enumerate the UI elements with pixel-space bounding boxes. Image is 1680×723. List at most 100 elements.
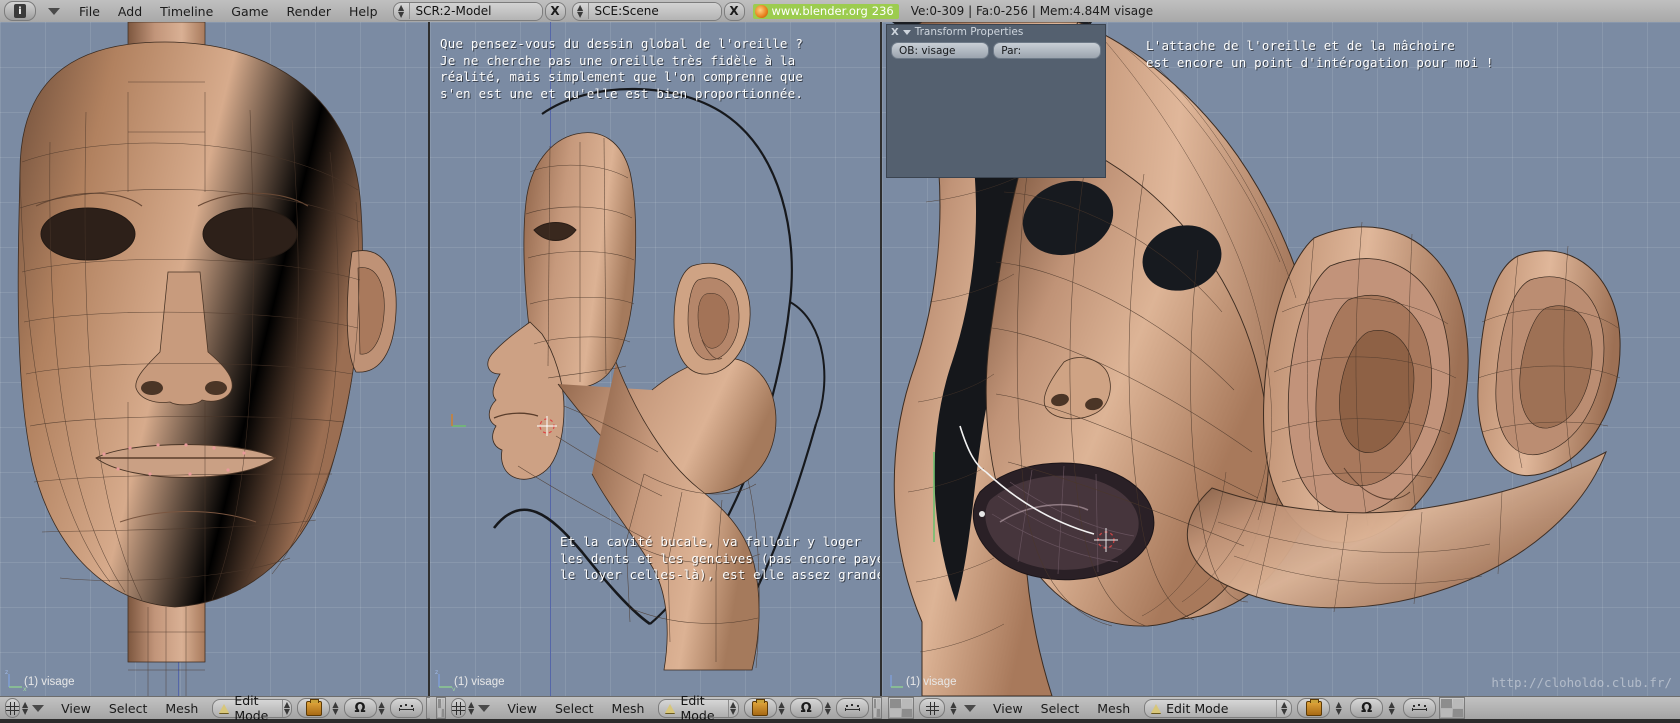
blender-url-text: www.blender.org bbox=[771, 4, 868, 18]
blender-window: i File Add Timeline Game Render Help ▲ ▼ … bbox=[0, 0, 1680, 723]
header-persp: ▲ ▼ View Select Mesh Edit Mode ▲ ▼ ▲ ▼ Ω ▲ ▼ bbox=[882, 696, 1680, 719]
scene-selector[interactable]: ▲ ▼ SCE:Scene bbox=[571, 1, 722, 21]
editor-type-icon-persp[interactable] bbox=[919, 698, 945, 718]
shading-pot-icon[interactable] bbox=[297, 698, 331, 718]
mode-label-side: Edit Mode bbox=[680, 693, 715, 723]
dots-icon-side[interactable] bbox=[835, 698, 869, 718]
screen-selector-spin-icon[interactable]: ▲ ▼ bbox=[394, 3, 410, 19]
viewport-headers-row: ▲ ▼ View Select Mesh Edit Mode ▲ ▼ ▲ ▼ Ω ▲ ▼ bbox=[0, 693, 1680, 723]
shading-pot-icon-persp[interactable] bbox=[1297, 698, 1331, 718]
annotation-side-top: Que pensez-vous du dessin global de l'or… bbox=[440, 36, 804, 101]
annotation-side-bottom: Et la cavité bucale, va falloir y loger … bbox=[560, 534, 880, 582]
menu-render[interactable]: Render bbox=[278, 4, 341, 19]
object-name-label-persp: (1) visage bbox=[906, 676, 957, 688]
shading-spin-icon[interactable]: ▲ ▼ bbox=[332, 701, 338, 716]
transform-panel-body: OB: visage Par: bbox=[887, 39, 1105, 62]
chevron-down-icon[interactable] bbox=[902, 29, 911, 35]
editor-type-spin-icon[interactable]: ▲ ▼ bbox=[22, 701, 28, 716]
dots-icon-persp[interactable] bbox=[1403, 698, 1437, 718]
menu-view-side[interactable]: View bbox=[498, 701, 546, 716]
screen-selector-value[interactable]: SCR:2-Model bbox=[409, 2, 542, 20]
mode-selector-persp[interactable]: Edit Mode ▲ ▼ bbox=[1144, 698, 1293, 718]
scene-selector-value[interactable]: SCE:Scene bbox=[588, 2, 721, 20]
viewport-front[interactable]: z x (1) visage bbox=[0, 22, 428, 696]
transform-panel-header[interactable]: X Transform Properties bbox=[887, 25, 1105, 39]
viewport-perspective[interactable]: X Transform Properties OB: visage Par: L… bbox=[882, 22, 1680, 696]
occlude-grid-icon-left-side[interactable] bbox=[436, 697, 447, 719]
magnet-spin-icon-side[interactable]: ▲ ▼ bbox=[825, 701, 831, 716]
mode-spin-icon-persp[interactable]: ▲ ▼ bbox=[1276, 699, 1291, 717]
blender-version: 236 bbox=[871, 4, 894, 18]
object-name-label-side: (1) visage bbox=[454, 676, 505, 688]
shading-pot-icon-side[interactable] bbox=[743, 698, 777, 718]
menu-mesh-persp[interactable]: Mesh bbox=[1088, 701, 1139, 716]
dots-icon[interactable] bbox=[389, 698, 423, 718]
menu-select-front[interactable]: Select bbox=[100, 701, 157, 716]
annotation-persp-top: L'attache de l'oreille et de la mâchoire… bbox=[1146, 38, 1494, 70]
menu-game[interactable]: Game bbox=[222, 4, 277, 19]
occlude-grid-icon-persp[interactable] bbox=[1439, 697, 1466, 719]
menu-help[interactable]: Help bbox=[340, 4, 387, 19]
viewport-area: z x (1) visage Que pensez-vous du dessin… bbox=[0, 22, 1680, 718]
blender-logo-icon[interactable]: i bbox=[4, 1, 36, 21]
parent-field[interactable]: Par: bbox=[993, 42, 1101, 59]
top-header-bar: i File Add Timeline Game Render Help ▲ ▼ … bbox=[0, 0, 1680, 23]
magnet-icon[interactable]: Ω bbox=[343, 698, 377, 718]
blender-ball-icon bbox=[754, 4, 768, 18]
mode-spin-icon[interactable]: ▲ ▼ bbox=[281, 699, 292, 717]
editor-type-spin-icon-side[interactable]: ▲ ▼ bbox=[468, 701, 474, 716]
shading-spin-icon-side[interactable]: ▲ ▼ bbox=[779, 701, 785, 716]
editor-type-icon-side[interactable] bbox=[451, 698, 467, 718]
edit-mode-icon bbox=[219, 703, 230, 713]
menu-select-persp[interactable]: Select bbox=[1032, 701, 1089, 716]
menu-timeline[interactable]: Timeline bbox=[151, 4, 222, 19]
menu-add[interactable]: Add bbox=[109, 4, 151, 19]
scene-delete-button[interactable]: X bbox=[723, 1, 745, 21]
header-collapse-icon-persp[interactable] bbox=[964, 704, 976, 712]
ear-large bbox=[1263, 221, 1469, 543]
menu-file[interactable]: File bbox=[70, 4, 109, 19]
edit-mode-icon-persp bbox=[1151, 703, 1162, 713]
occlude-grid-icon-side[interactable] bbox=[871, 697, 882, 719]
window-type-menu-icon[interactable] bbox=[48, 7, 60, 15]
viewport-side[interactable]: Que pensez-vous du dessin global de l'or… bbox=[430, 22, 880, 696]
mesh-face-side bbox=[451, 87, 826, 671]
scene-statistics: Ve:0-309 | Fa:0-256 | Mem:4.84M visage bbox=[910, 4, 1154, 18]
magnet-icon-side[interactable]: Ω bbox=[789, 698, 823, 718]
site-watermark: http://cloholdo.club.fr/ bbox=[1491, 675, 1672, 690]
transform-properties-panel[interactable]: X Transform Properties OB: visage Par: bbox=[886, 24, 1106, 178]
menu-view-persp[interactable]: View bbox=[984, 701, 1032, 716]
editor-type-icon[interactable] bbox=[5, 698, 20, 718]
blender-url-badge[interactable]: www.blender.org 236 bbox=[752, 3, 899, 19]
mode-selector-front[interactable]: Edit Mode ▲ ▼ bbox=[212, 693, 293, 723]
editor-type-spin-icon-persp[interactable]: ▲ ▼ bbox=[947, 701, 960, 716]
menu-mesh-side[interactable]: Mesh bbox=[603, 701, 654, 716]
svg-text:z: z bbox=[435, 669, 438, 676]
magnet-icon-persp[interactable]: Ω bbox=[1350, 698, 1384, 718]
mode-spin-icon-side[interactable]: ▲ ▼ bbox=[727, 699, 738, 717]
menu-view-front[interactable]: View bbox=[52, 701, 100, 716]
logo-glyph: i bbox=[14, 4, 26, 18]
transform-panel-title: Transform Properties bbox=[914, 26, 1024, 38]
header-collapse-icon[interactable] bbox=[32, 704, 45, 712]
header-collapse-icon-side[interactable] bbox=[478, 704, 491, 712]
mode-label-front: Edit Mode bbox=[234, 693, 269, 723]
magnet-spin-icon[interactable]: ▲ ▼ bbox=[379, 701, 385, 716]
shading-spin-icon-persp[interactable]: ▲ ▼ bbox=[1332, 701, 1345, 716]
object-name-label-front: (1) visage bbox=[24, 676, 75, 688]
occlude-grid-icon-left-persp[interactable] bbox=[888, 697, 914, 719]
magnet-spin-icon-persp[interactable]: ▲ ▼ bbox=[1385, 701, 1398, 716]
menu-mesh-front[interactable]: Mesh bbox=[156, 701, 207, 716]
svg-text:z: z bbox=[5, 669, 8, 676]
mode-label-persp: Edit Mode bbox=[1166, 700, 1229, 716]
ear-secondary bbox=[1477, 245, 1621, 477]
scene-selector-spin-icon[interactable]: ▲ ▼ bbox=[573, 3, 589, 19]
screen-selector[interactable]: ▲ ▼ SCR:2-Model bbox=[392, 1, 543, 21]
menu-select-side[interactable]: Select bbox=[546, 701, 603, 716]
screen-delete-button[interactable]: X bbox=[544, 1, 566, 21]
edit-mode-icon-side bbox=[665, 703, 676, 713]
mode-selector-side[interactable]: Edit Mode ▲ ▼ bbox=[658, 693, 739, 723]
header-side: ▲ ▼ View Select Mesh Edit Mode ▲ ▼ ▲ ▼ Ω ▲ ▼ bbox=[430, 693, 882, 723]
object-name-field[interactable]: OB: visage bbox=[891, 42, 990, 59]
close-icon[interactable]: X bbox=[891, 27, 899, 38]
